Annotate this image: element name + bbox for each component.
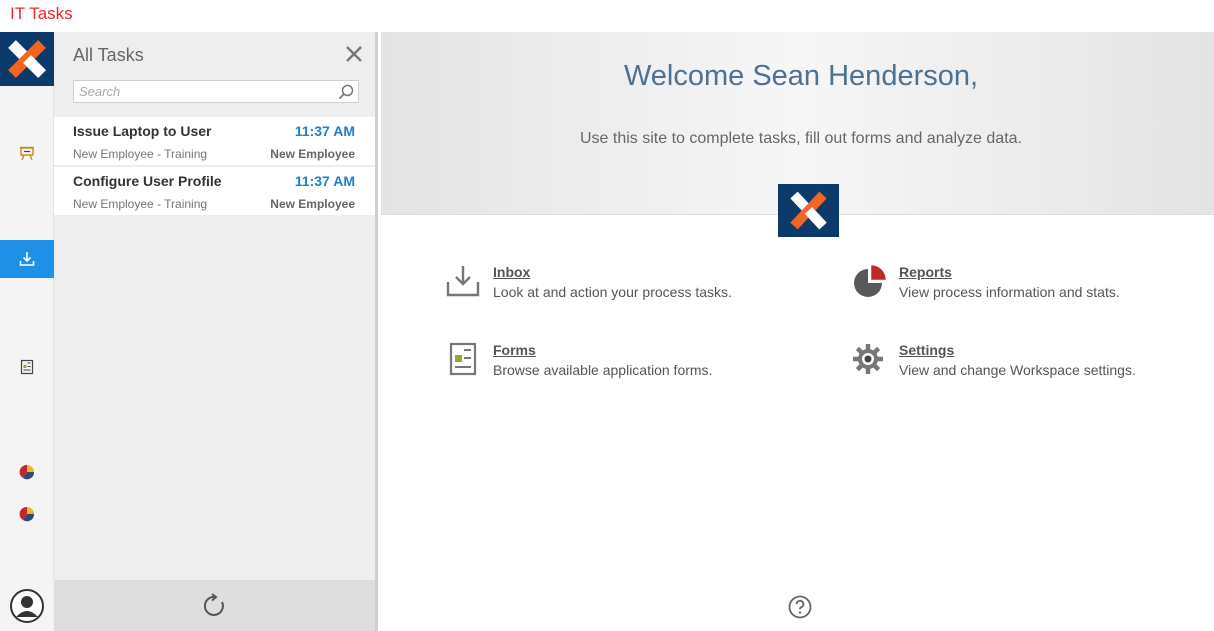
task-item[interactable]: Issue Laptop to User 11:37 AM New Employ… — [54, 117, 375, 167]
help-button[interactable] — [788, 595, 812, 619]
search-input[interactable] — [74, 81, 334, 102]
pie-chart-icon — [19, 506, 35, 522]
task-category: New Employee — [270, 197, 355, 211]
close-panel-button[interactable] — [344, 44, 364, 64]
inbox-tile: Inbox Look at and action your process ta… — [445, 264, 785, 314]
title-bar: IT Tasks — [0, 0, 1214, 32]
pie-chart-icon — [19, 464, 35, 480]
app-window: IT Tasks All Tasks Search Issue Laptop t… — [0, 0, 1214, 631]
search-box — [73, 80, 359, 103]
welcome-heading: Welcome Sean Henderson, — [623, 60, 979, 92]
task-category: New Employee — [270, 147, 355, 161]
reports-description: View process information and stats. — [899, 284, 1120, 300]
reports-pie-icon — [854, 264, 887, 297]
task-name: Issue Laptop to User — [73, 123, 212, 139]
panel-footer — [54, 580, 375, 631]
rail-report-1-button[interactable] — [0, 453, 54, 491]
task-time: 11:37 AM — [294, 123, 355, 139]
welcome-subtitle: Use this site to complete tasks, fill ou… — [580, 130, 1022, 147]
settings-description: View and change Workspace settings. — [899, 362, 1136, 378]
inbox-download-icon — [19, 252, 35, 266]
user-avatar-button[interactable] — [0, 580, 54, 631]
center-logo — [778, 184, 839, 237]
rail-forms-button[interactable] — [0, 348, 54, 386]
rail-training-button[interactable] — [0, 134, 54, 172]
nav-rail — [0, 32, 54, 631]
task-process: New Employee - Training — [73, 197, 208, 211]
reports-tile: Reports View process information and sta… — [851, 264, 1191, 314]
settings-link[interactable]: Settings — [899, 342, 954, 358]
search-icon[interactable] — [337, 83, 355, 101]
inbox-icon — [446, 266, 480, 297]
task-panel: All Tasks Issue Laptop to User 11:37 AM … — [54, 32, 378, 631]
refresh-icon[interactable] — [202, 592, 228, 619]
user-avatar-icon — [10, 588, 44, 623]
main-content: Welcome Sean Henderson, Use this site to… — [381, 32, 1214, 631]
inbox-link[interactable]: Inbox — [493, 264, 530, 280]
forms-icon — [449, 342, 477, 376]
task-name: Configure User Profile — [73, 173, 222, 189]
inbox-description: Look at and action your process tasks. — [493, 284, 732, 300]
settings-gear-icon — [853, 344, 883, 374]
form-document-icon — [20, 359, 34, 375]
rail-inbox-button[interactable] — [0, 240, 54, 278]
logo-x-icon — [8, 40, 46, 78]
easel-icon — [20, 146, 34, 161]
close-icon — [346, 46, 362, 62]
forms-tile: Forms Browse available application forms… — [445, 342, 785, 392]
rail-report-2-button[interactable] — [0, 495, 54, 533]
task-time: 11:37 AM — [294, 173, 355, 189]
forms-description: Browse available application forms. — [493, 362, 713, 378]
logo-x-icon — [790, 191, 827, 230]
app-logo[interactable] — [0, 32, 54, 86]
reports-link[interactable]: Reports — [899, 264, 952, 280]
task-process: New Employee - Training — [73, 147, 208, 161]
help-icon — [788, 595, 812, 619]
window-title: IT Tasks — [10, 4, 73, 23]
forms-link[interactable]: Forms — [493, 342, 536, 358]
task-item[interactable]: Configure User Profile 11:37 AM New Empl… — [54, 167, 375, 217]
panel-title: All Tasks — [73, 45, 144, 65]
task-list: Issue Laptop to User 11:37 AM New Employ… — [54, 117, 375, 217]
settings-tile: Settings View and change Workspace setti… — [851, 342, 1191, 392]
